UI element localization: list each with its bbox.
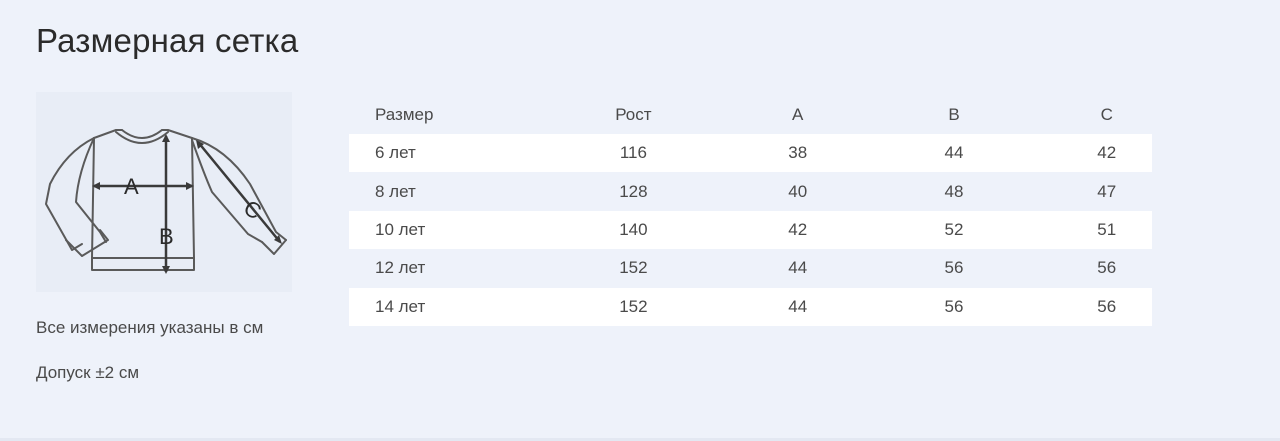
tolerance-note: Допуск ±2 см (36, 363, 140, 382)
cell-a: 38 (788, 143, 808, 163)
cell-height: 140 (619, 219, 648, 239)
cell-size: 14 лет (375, 296, 426, 316)
cell-c: 56 (1097, 258, 1117, 278)
cell-a: 42 (788, 219, 808, 239)
cell-c: 42 (1097, 143, 1117, 163)
measure-a-arrow (92, 182, 194, 190)
page-title: Размерная сетка (36, 22, 299, 59)
cell-b: 56 (944, 296, 964, 316)
cell-a: 44 (788, 258, 808, 278)
cell-a: 40 (788, 181, 808, 201)
cell-height: 128 (619, 181, 648, 201)
cell-b: 56 (944, 258, 964, 278)
table-row: 10 лет 140 42 52 51 (349, 210, 1152, 250)
table-row: 6 лет 116 38 44 42 (349, 134, 1152, 173)
cell-c: 47 (1097, 181, 1117, 201)
header-height: Рост (615, 105, 652, 124)
cell-b: 52 (944, 219, 964, 239)
size-table: Размер Рост A B C 6 лет 116 38 44 42 8 л… (349, 96, 1152, 326)
measure-b-arrow (162, 134, 170, 274)
measurements-note: Все измерения указаны в см (36, 318, 264, 337)
sweatshirt-diagram-svg: A B C (45, 129, 287, 274)
cell-height: 152 (619, 258, 648, 278)
cell-c: 51 (1097, 219, 1117, 239)
cell-a: 44 (788, 296, 808, 316)
cell-height: 116 (619, 143, 647, 163)
header-b: B (948, 105, 960, 124)
header-size: Размер (375, 105, 434, 124)
sweatshirt-diagram: A B C (36, 92, 292, 292)
table-row: 8 лет 128 40 48 47 (349, 172, 1152, 210)
label-a: A (124, 174, 139, 199)
cell-b: 48 (944, 181, 964, 201)
measure-c-arrow (196, 140, 282, 244)
cell-size: 8 лет (375, 181, 416, 201)
header-c: C (1100, 105, 1113, 124)
cell-size: 10 лет (375, 219, 426, 239)
cell-size: 6 лет (375, 143, 416, 163)
header-a: A (792, 105, 804, 124)
cell-c: 56 (1097, 296, 1117, 316)
table-row: 14 лет 152 44 56 56 (349, 287, 1152, 326)
label-b: B (159, 224, 174, 249)
table-header-row: Размер Рост A B C (349, 96, 1152, 134)
cell-size: 12 лет (375, 258, 426, 278)
cell-b: 44 (944, 143, 964, 163)
cell-height: 152 (619, 296, 648, 316)
table-row: 12 лет 152 44 56 56 (349, 249, 1152, 287)
